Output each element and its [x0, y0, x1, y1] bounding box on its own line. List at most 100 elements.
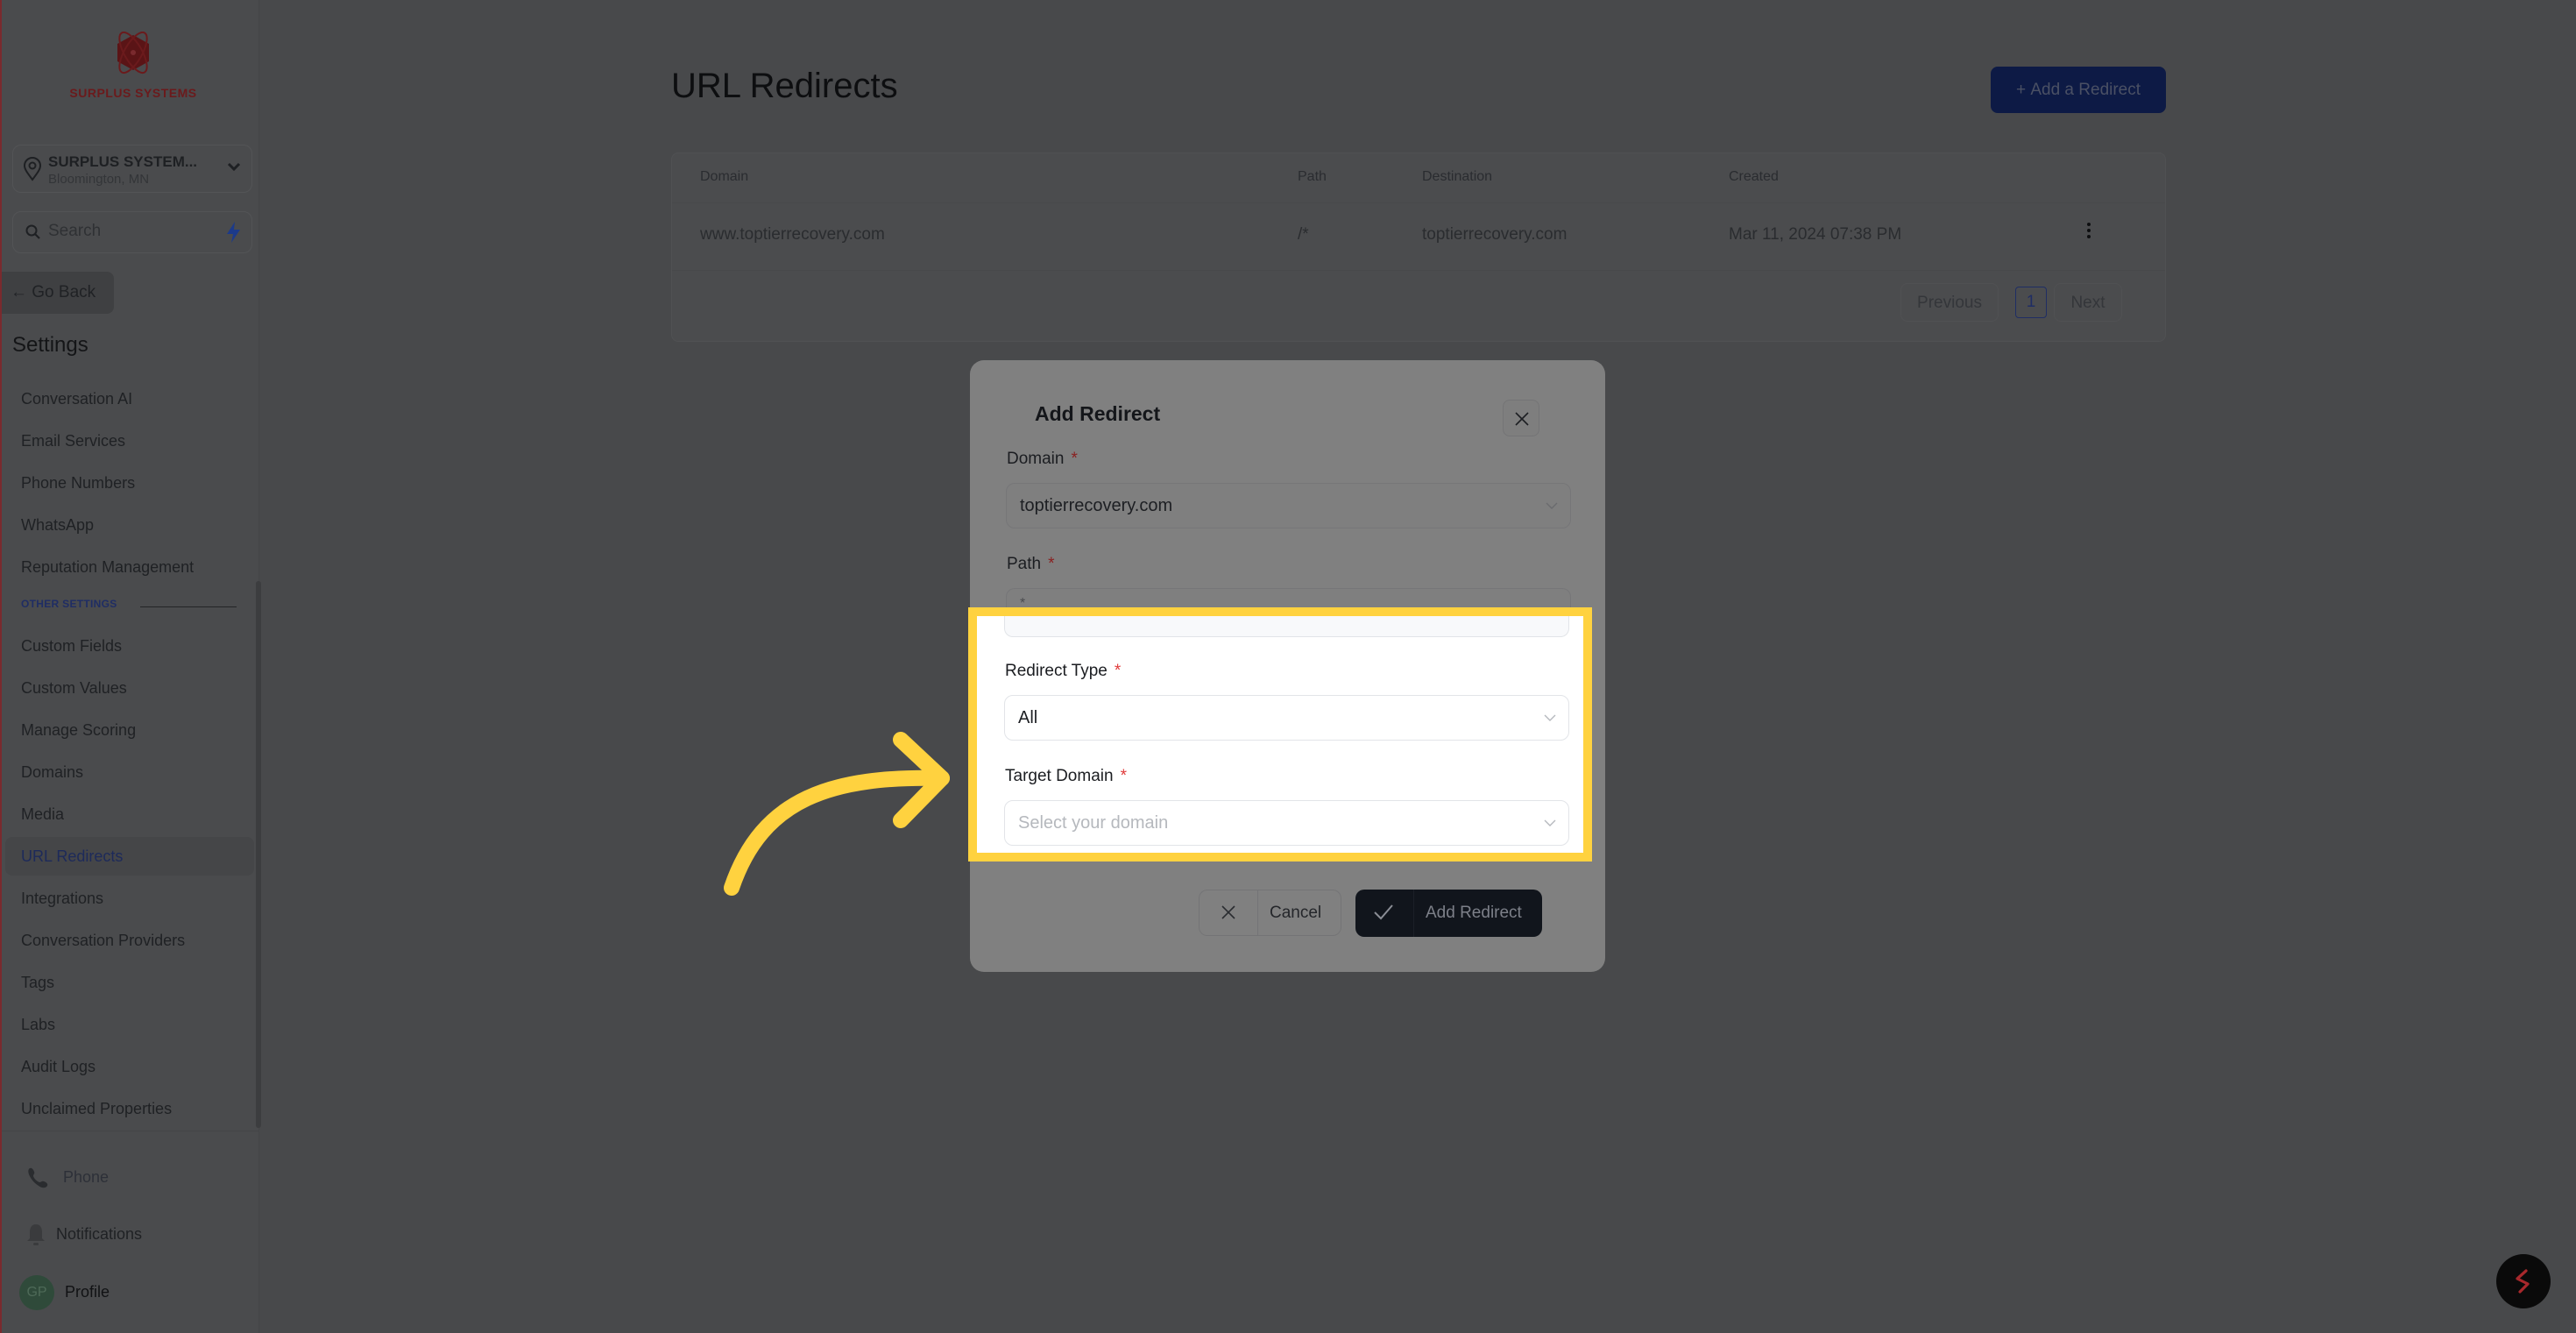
- target-domain-select[interactable]: Select your domain: [1004, 800, 1569, 846]
- cell-destination: toptierrecovery.com: [1422, 225, 1568, 244]
- sidebar-item-whatsapp[interactable]: WhatsApp: [5, 506, 254, 544]
- cancel-button[interactable]: Cancel: [1199, 890, 1341, 936]
- target-domain-label: Target Domain *: [1005, 767, 1127, 786]
- sidebar-item-reputation-management[interactable]: Reputation Management: [5, 548, 254, 586]
- column-header-created[interactable]: Created: [1729, 169, 1779, 185]
- target-domain-label-text: Target Domain: [1005, 767, 1114, 785]
- search-icon: [25, 224, 40, 239]
- pagination-next[interactable]: Next: [2054, 283, 2122, 322]
- sidebar-item-custom-fields[interactable]: Custom Fields: [5, 627, 254, 665]
- go-back-button[interactable]: ← Go Back: [2, 272, 114, 314]
- sidebar-item-unclaimed-properties[interactable]: Unclaimed Properties: [5, 1089, 254, 1128]
- sidebar-phone[interactable]: Phone: [26, 1166, 109, 1190]
- plus-icon: +: [2015, 81, 2031, 99]
- sidebar-item-domains[interactable]: Domains: [5, 753, 254, 791]
- sidebar-item-audit-logs[interactable]: Audit Logs: [5, 1047, 254, 1086]
- location-pin-icon: [23, 157, 42, 181]
- row-divider: [672, 270, 2165, 271]
- bell-icon: [27, 1224, 45, 1245]
- close-icon: [1221, 905, 1235, 919]
- redirect-type-select[interactable]: All: [1004, 695, 1569, 741]
- section-divider: [140, 606, 237, 607]
- add-redirect-button[interactable]: + Add a Redirect: [1991, 67, 2166, 113]
- notifications-label: Notifications: [56, 1224, 143, 1243]
- sidebar-item-conversation-providers[interactable]: Conversation Providers: [5, 921, 254, 960]
- path-label: Path *: [1007, 555, 1055, 574]
- brand-logo-icon: [117, 32, 149, 74]
- target-domain-placeholder: Select your domain: [1018, 813, 1169, 833]
- redirect-type-label-text: Redirect Type: [1005, 662, 1108, 680]
- required-marker: *: [1048, 555, 1055, 573]
- support-logo-icon: [2516, 1269, 2530, 1294]
- avatar: GP: [19, 1275, 54, 1310]
- location-switcher[interactable]: SURPLUS SYSTEM... Bloomington, MN: [12, 145, 252, 193]
- row-divider: [672, 202, 2165, 203]
- search-input[interactable]: Search: [48, 222, 101, 241]
- column-header-path[interactable]: Path: [1298, 169, 1327, 185]
- required-marker: *: [1114, 662, 1122, 680]
- row-actions-kebab-icon[interactable]: [2083, 220, 2095, 245]
- chevron-down-icon: [1546, 502, 1558, 509]
- go-back-label: Go Back: [32, 283, 96, 301]
- sidebar: SURPLUS SYSTEMS SURPLUS SYSTEM... Bloomi…: [0, 0, 261, 1333]
- column-header-destination[interactable]: Destination: [1422, 169, 1492, 185]
- domain-select[interactable]: toptierrecovery.com: [1006, 483, 1571, 528]
- sidebar-scrollbar[interactable]: [256, 581, 261, 1128]
- redirect-type-label: Redirect Type *: [1005, 662, 1121, 681]
- annotation-arrow-icon: [724, 732, 950, 896]
- sidebar-item-manage-scoring[interactable]: Manage Scoring: [5, 711, 254, 749]
- sidebar-item-integrations[interactable]: Integrations: [5, 879, 254, 918]
- brand-name: SURPLUS SYSTEMS: [69, 86, 197, 100]
- sidebar-item-url-redirects[interactable]: URL Redirects: [5, 837, 254, 876]
- sidebar-profile[interactable]: GP Profile: [19, 1275, 110, 1310]
- path-label-text: Path: [1007, 555, 1042, 573]
- sidebar-item-custom-values[interactable]: Custom Values: [5, 669, 254, 707]
- path-input-bottom[interactable]: [1004, 616, 1569, 637]
- location-city: Bloomington, MN: [48, 172, 150, 187]
- page-title: URL Redirects: [671, 67, 898, 105]
- redirect-type-value: All: [1018, 708, 1038, 727]
- domain-label-text: Domain: [1007, 450, 1065, 468]
- settings-heading: Settings: [12, 333, 88, 357]
- cell-path: /*: [1298, 225, 1309, 244]
- arrow-left-icon: ←: [11, 283, 27, 301]
- add-redirect-submit-button[interactable]: Add Redirect: [1355, 890, 1542, 937]
- domain-label: Domain *: [1007, 450, 1078, 469]
- highlight-box: Redirect Type * All Target Domain * Select…: [968, 607, 1592, 861]
- quick-action-bolt-icon[interactable]: [223, 221, 243, 244]
- chevron-down-icon: [1544, 714, 1556, 721]
- modal-title: Add Redirect: [1035, 402, 1161, 425]
- modal-close-button[interactable]: [1503, 400, 1539, 436]
- location-name: SURPLUS SYSTEM...: [48, 153, 198, 170]
- profile-label: Profile: [65, 1282, 110, 1301]
- chevron-down-icon: [227, 162, 241, 172]
- sidebar-item-email-services[interactable]: Email Services: [5, 422, 254, 460]
- support-widget-button[interactable]: [2496, 1254, 2551, 1308]
- required-marker: *: [1071, 450, 1078, 468]
- phone-label: Phone: [63, 1167, 110, 1186]
- add-redirect-label: Add a Redirect: [2030, 81, 2141, 99]
- pagination-page-1[interactable]: 1: [2015, 287, 2047, 318]
- sidebar-item-phone-numbers[interactable]: Phone Numbers: [5, 464, 254, 502]
- brand-logo[interactable]: SURPLUS SYSTEMS: [63, 32, 203, 102]
- sidebar-item-media[interactable]: Media: [5, 795, 254, 833]
- cell-created: Mar 11, 2024 07:38 PM: [1729, 225, 1902, 244]
- pagination-previous[interactable]: Previous: [1900, 283, 1999, 322]
- domain-select-value: toptierrecovery.com: [1020, 496, 1173, 515]
- check-icon-wrap: [1355, 890, 1414, 937]
- other-settings-label: OTHER SETTINGS: [21, 598, 117, 610]
- check-icon: [1374, 904, 1393, 920]
- required-marker: *: [1120, 767, 1127, 785]
- phone-icon: [28, 1167, 48, 1188]
- column-header-domain[interactable]: Domain: [700, 169, 748, 185]
- chevron-down-icon: [1544, 819, 1556, 826]
- sidebar-notifications[interactable]: Notifications: [26, 1223, 142, 1247]
- sidebar-item-labs[interactable]: Labs: [5, 1005, 254, 1044]
- close-icon: [1515, 412, 1529, 426]
- sidebar-search[interactable]: Search: [12, 211, 252, 253]
- sidebar-item-tags[interactable]: Tags: [5, 963, 254, 1002]
- sidebar-item-conversation-ai[interactable]: Conversation AI: [5, 379, 254, 418]
- cancel-label: Cancel: [1270, 904, 1322, 922]
- add-redirect-submit-label: Add Redirect: [1426, 904, 1522, 922]
- cell-domain: www.toptierrecovery.com: [700, 225, 885, 244]
